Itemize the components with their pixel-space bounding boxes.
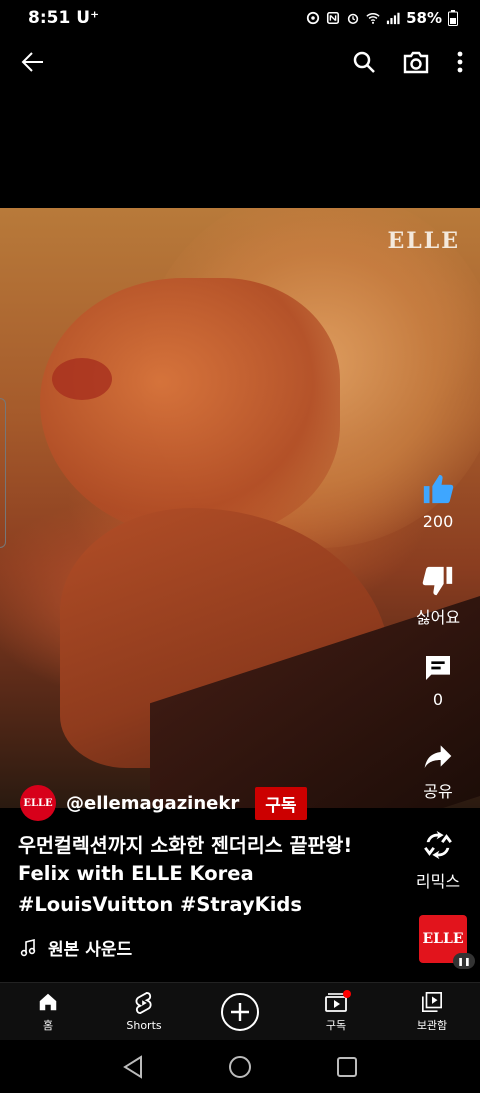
create-plus-icon [221, 992, 259, 1031]
status-time: 8:51 [28, 8, 71, 28]
back-triangle-icon[interactable] [122, 1054, 144, 1079]
bottom-navigation: 홈 Shorts 구독 보관함 [0, 982, 480, 1040]
channel-row: ELLE @ellemagazinekr 구독 [20, 785, 307, 821]
nav-create[interactable] [192, 983, 288, 1040]
sound-label: 원본 사운드 [48, 940, 133, 960]
library-icon [422, 991, 442, 1012]
sound-thumbnail-text: ELLE [422, 931, 464, 947]
channel-watermark: ELLE [387, 228, 460, 254]
like-count: 200 [422, 512, 454, 531]
like-button[interactable]: 200 [396, 472, 480, 531]
notification-dot [343, 990, 351, 998]
home-icon [39, 993, 57, 1010]
subscribe-button[interactable]: 구독 [255, 786, 307, 820]
comments-button[interactable]: 0 [396, 652, 480, 709]
sound-row[interactable]: 원본 사운드 [20, 935, 132, 960]
side-panel-handle[interactable] [0, 398, 6, 548]
nav-library[interactable]: 보관함 [384, 983, 480, 1040]
nav-subscriptions-label: 구독 [325, 1018, 347, 1032]
dislike-label: 싫어요 [415, 608, 461, 627]
channel-avatar[interactable]: ELLE [20, 785, 56, 821]
shorts-icon [135, 991, 152, 1015]
back-arrow-icon[interactable] [20, 49, 46, 75]
wifi-icon [366, 13, 380, 24]
more-options-icon[interactable] [456, 50, 464, 74]
status-carrier: U⁺ [76, 8, 100, 28]
video-frame-face [40, 278, 340, 538]
pause-icon: ❚❚ [453, 953, 475, 969]
alarm-icon [347, 13, 359, 25]
battery-icon [448, 10, 458, 26]
nav-home-label: 홈 [42, 1018, 54, 1032]
thumbs-up-icon [423, 474, 454, 504]
remix-icon [424, 830, 452, 860]
search-icon[interactable] [352, 50, 376, 74]
remix-label: 리믹스 [415, 872, 461, 891]
nav-shorts[interactable]: Shorts [96, 983, 192, 1040]
status-bar: 8:51 U⁺ 58% [0, 0, 480, 36]
video-title[interactable]: 우먼컬렉션까지 소화한 젠더리스 끝판왕! Felix with ELLE Ko… [18, 832, 398, 888]
comment-icon [426, 656, 450, 680]
recents-square-icon[interactable] [336, 1056, 358, 1078]
home-circle-icon[interactable] [228, 1055, 252, 1079]
system-navigation-bar [0, 1040, 480, 1093]
sound-thumbnail[interactable]: ELLE ❚❚ [419, 915, 475, 969]
nav-shorts-label: Shorts [126, 1019, 162, 1032]
signal-icon [386, 12, 400, 25]
camera-icon[interactable] [402, 49, 430, 75]
channel-name[interactable]: @ellemagazinekr [66, 793, 239, 814]
comment-count: 0 [432, 690, 444, 709]
share-button[interactable]: 공유 [396, 740, 480, 802]
thumbs-down-icon [422, 566, 453, 596]
sync-icon [306, 11, 320, 25]
nav-subscriptions[interactable]: 구독 [288, 983, 384, 1040]
nfc-icon [327, 11, 340, 25]
remix-button[interactable]: 리믹스 [396, 828, 480, 892]
share-label: 공유 [423, 782, 453, 801]
video-frame-lips [52, 358, 112, 400]
nav-library-label: 보관함 [416, 1018, 448, 1032]
nav-home[interactable]: 홈 [0, 983, 96, 1040]
music-note-icon [20, 938, 36, 956]
dislike-button[interactable]: 싫어요 [396, 564, 480, 628]
battery-level: 58% [406, 9, 442, 27]
video-hashtags[interactable]: #LouisVuitton #StrayKids [18, 893, 302, 916]
top-bar [0, 40, 480, 84]
share-icon [424, 745, 452, 768]
